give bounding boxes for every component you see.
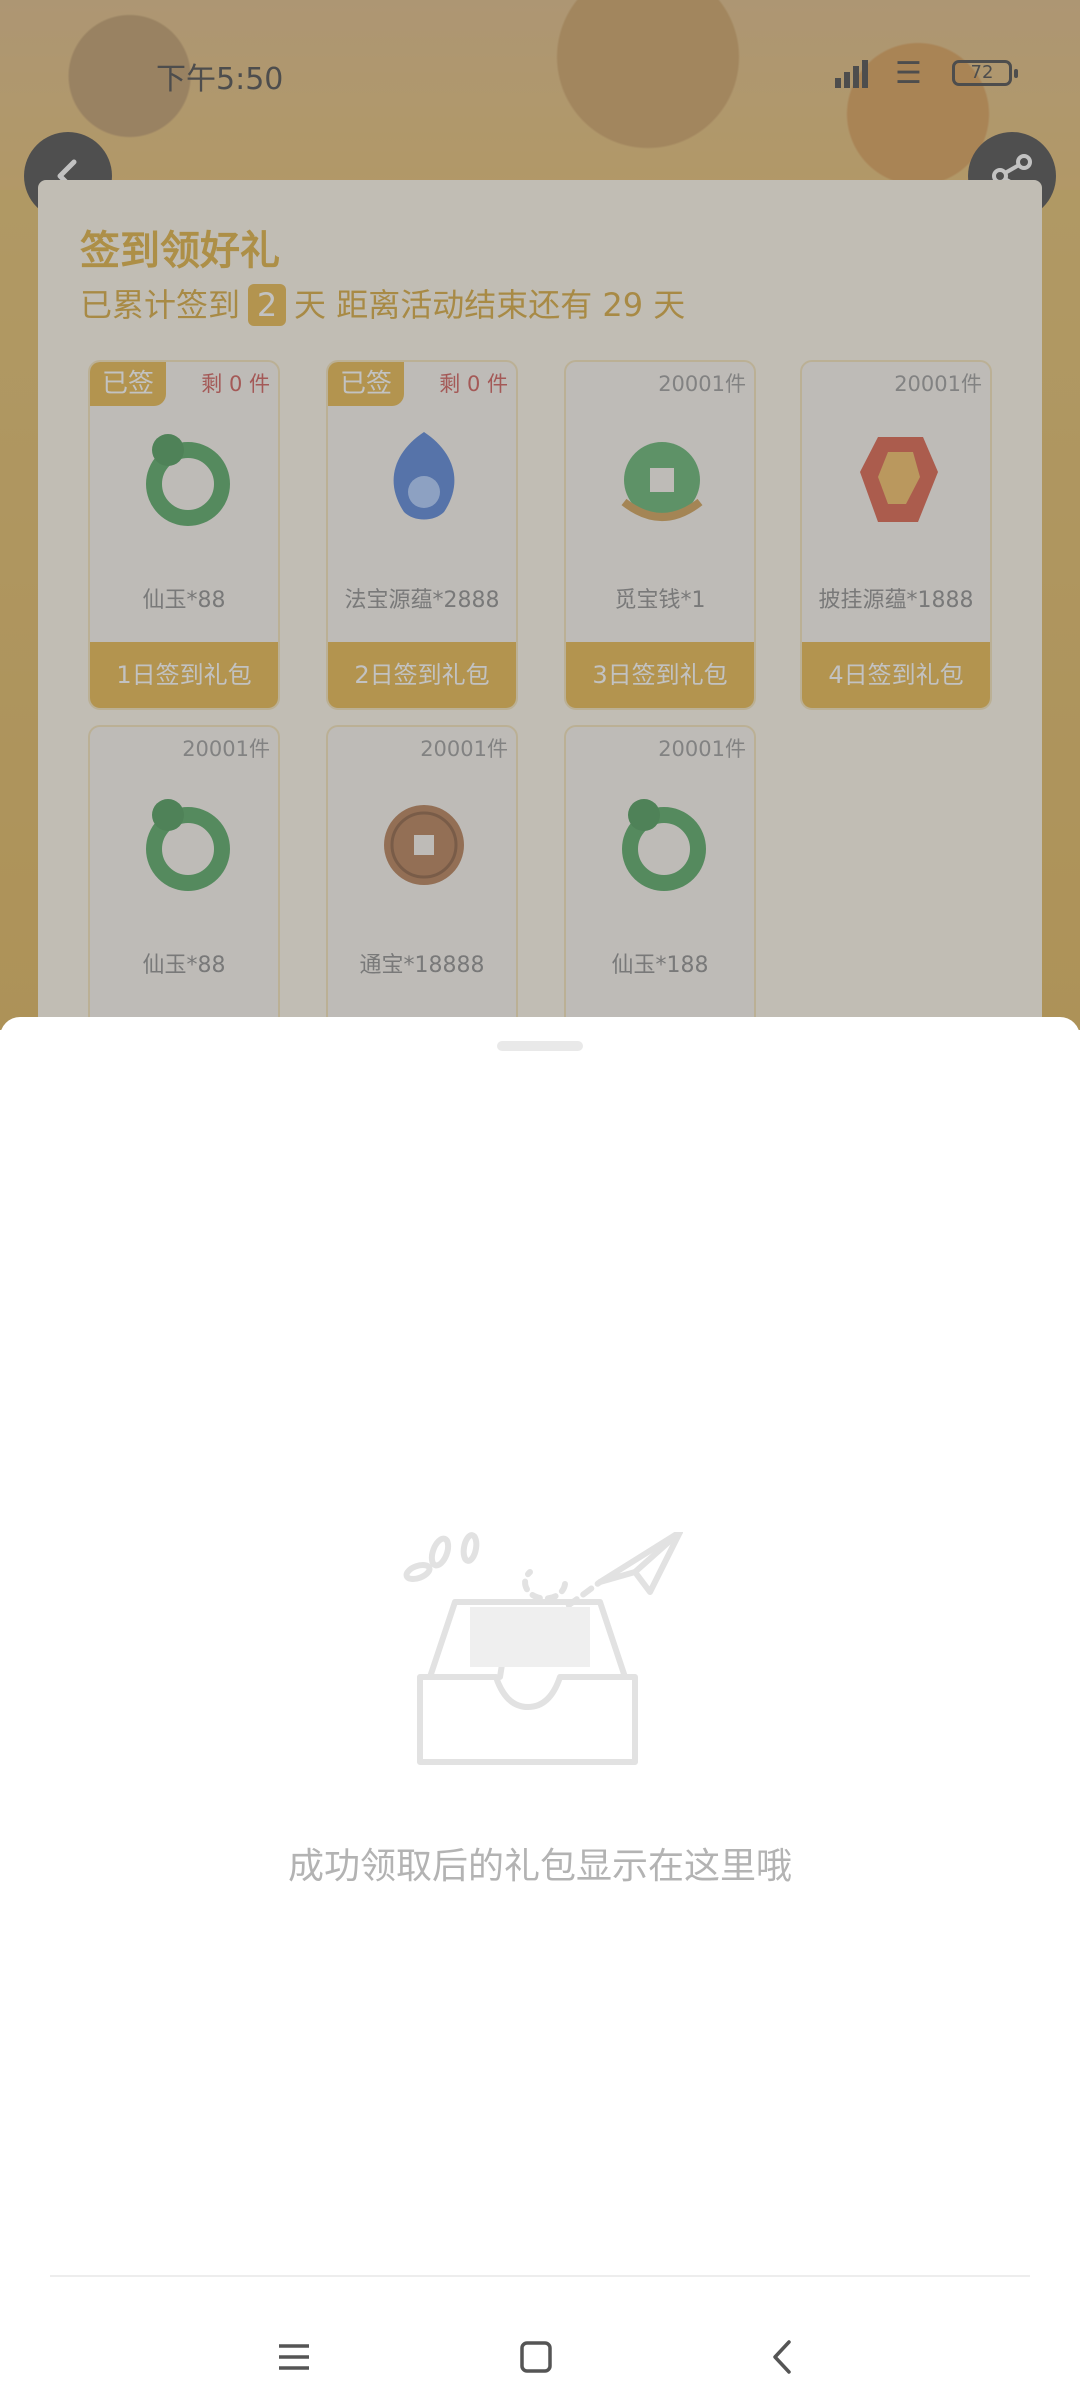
back-triangle-icon	[773, 2340, 791, 2374]
nav-back-button[interactable]	[752, 2327, 812, 2387]
empty-state-text: 成功领取后的礼包显示在这里哦	[287, 1846, 792, 1887]
home-square-icon	[520, 2341, 552, 2373]
system-nav-bar	[0, 2317, 1080, 2397]
dim-overlay[interactable]	[0, 0, 1080, 1030]
empty-inbox-paper-plane-icon	[403, 1532, 683, 1765]
divider	[50, 2275, 1030, 2277]
menu-icon	[279, 2344, 309, 2370]
nav-menu-button[interactable]	[264, 2327, 324, 2387]
gift-bottom-sheet: 成功领取后的礼包显示在这里哦	[0, 1017, 1080, 2400]
screen: 下午5:50 ☰ 72 签到领好礼 已累计签到 2 天 距离活动结束还有 29 …	[0, 0, 1080, 2400]
nav-home-button[interactable]	[506, 2327, 566, 2387]
sheet-drag-handle[interactable]	[497, 1041, 583, 1051]
